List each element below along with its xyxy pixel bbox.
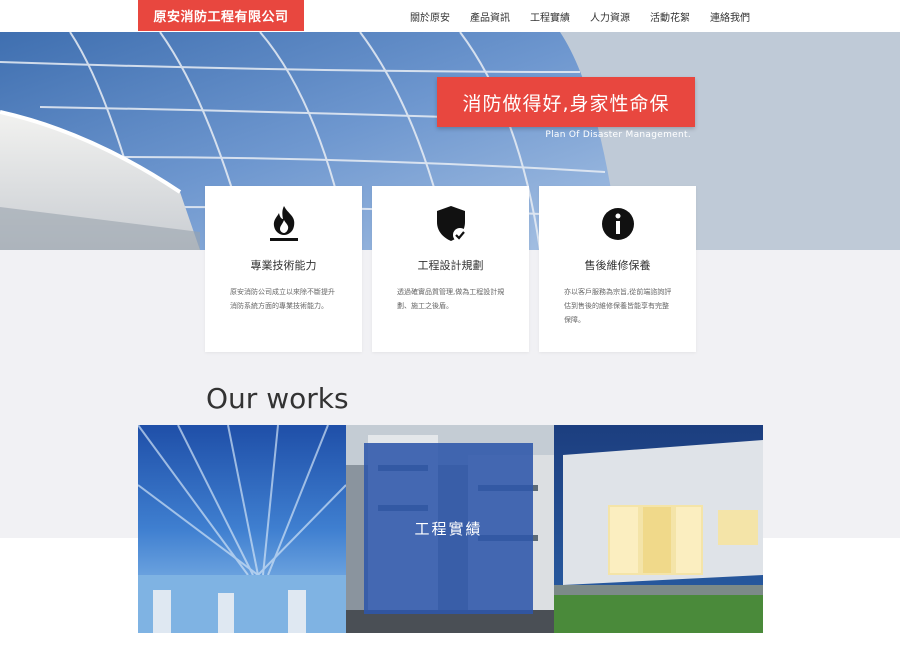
nav-item-products[interactable]: 產品資訊	[470, 9, 510, 24]
feature-card-service: 售後維修保養 亦以客戶服務為宗旨,從前端諮詢評估到售後的維修保養皆能享有完整保障…	[539, 186, 696, 352]
nav-item-projects[interactable]: 工程實績	[530, 9, 570, 24]
nav-item-events[interactable]: 活動花絮	[650, 9, 690, 24]
site-logo[interactable]: 原安消防工程有限公司	[138, 0, 304, 31]
nav-item-careers[interactable]: 人力資源	[590, 9, 630, 24]
hero-subtitle: Plan Of Disaster Management.	[545, 130, 691, 140]
feature-card-technical: 專業技術能力 原安消防公司成立以來除不斷提升消防系統方面的專業技術能力。	[205, 186, 362, 352]
hero-tagline: 消防做得好,身家性命保	[437, 77, 695, 127]
feature-card-design: 工程設計規劃 透過確實品質管理,做為工程設計規劃、施工之後盾。	[372, 186, 529, 352]
feature-description: 原安消防公司成立以來除不斷提升消防系統方面的專業技術能力。	[230, 288, 335, 310]
info-icon	[539, 204, 696, 244]
site-header: 原安消防工程有限公司 關於原安 產品資訊 工程實績 人力資源 活動花絮 連絡我們	[0, 0, 900, 32]
feature-description: 亦以客戶服務為宗旨,從前端諮詢評估到售後的維修保養皆能享有完整保障。	[564, 288, 672, 324]
works-projects-link[interactable]: 工程實績	[364, 443, 533, 614]
nav-item-contact[interactable]: 連絡我們	[710, 9, 750, 24]
feature-title: 專業技術能力	[250, 259, 317, 272]
feature-description: 透過確實品質管理,做為工程設計規劃、施工之後盾。	[397, 288, 505, 310]
feature-title: 工程設計規劃	[417, 259, 484, 272]
section-title-our-works: Our works	[206, 382, 349, 415]
nav-item-about[interactable]: 關於原安	[410, 9, 450, 24]
fire-icon	[205, 204, 362, 244]
shield-check-icon	[372, 204, 529, 244]
main-nav: 關於原安 產品資訊 工程實績 人力資源 活動花絮 連絡我們	[410, 0, 750, 32]
feature-title: 售後維修保養	[584, 259, 651, 272]
